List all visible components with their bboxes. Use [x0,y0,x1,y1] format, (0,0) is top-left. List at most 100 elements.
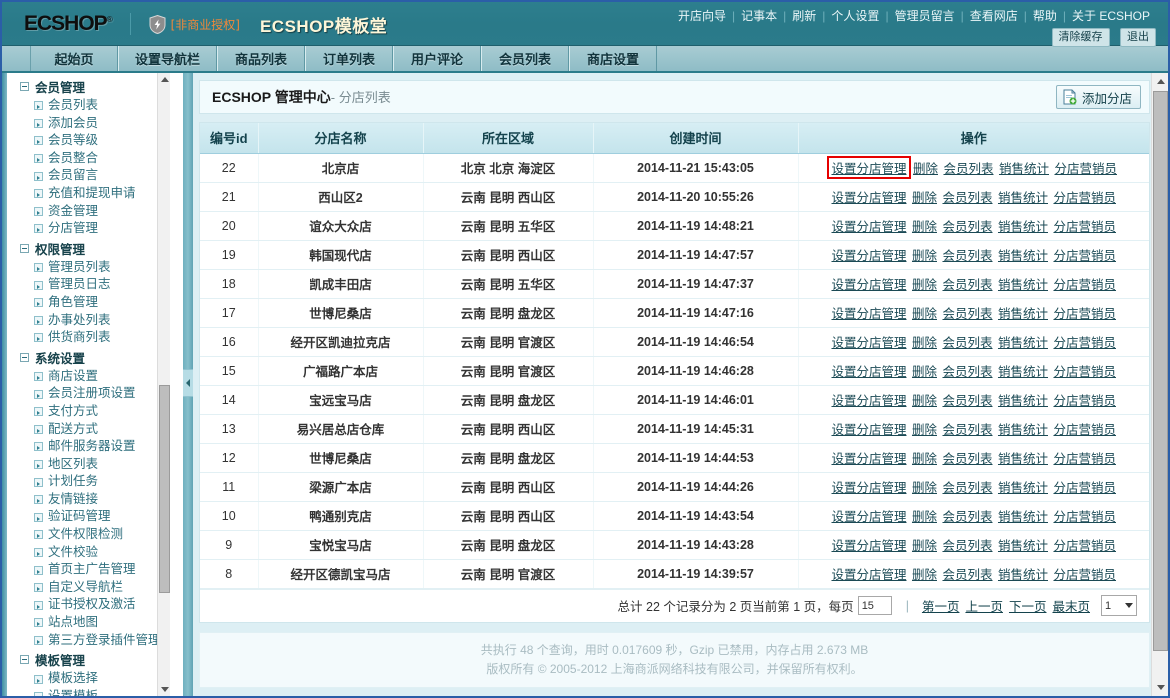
sidebar-item-2-11[interactable]: 首页主广告管理 [8,561,158,579]
op-sales-stats-link[interactable]: 销售统计 [998,481,1048,495]
sidebar-item-0-6[interactable]: 资金管理 [8,203,158,221]
op-member-list-link[interactable]: 会员列表 [942,452,992,466]
op-sales-stats-link[interactable]: 销售统计 [998,423,1048,437]
op-sales-stats-link[interactable]: 销售统计 [998,510,1048,524]
op-branch-salesperson-link[interactable]: 分店营销员 [1053,394,1116,408]
splitter-collapse-handle[interactable] [183,369,193,397]
sidebar-item-2-14[interactable]: 站点地图 [8,614,158,632]
logout-button[interactable]: 退出 [1120,28,1156,47]
op-branch-settings-link[interactable]: 设置分店管理 [831,365,906,379]
op-member-list-link[interactable]: 会员列表 [942,568,992,582]
nav-item-6[interactable]: 帮助 [1027,9,1063,23]
nav-item-1[interactable]: 记事本 [735,9,783,23]
tab-shop-settings[interactable]: 商店设置 [569,46,658,71]
op-delete-link[interactable]: 删除 [912,220,937,234]
op-delete-link[interactable]: 删除 [912,336,937,350]
op-sales-stats-link[interactable]: 销售统计 [999,162,1049,176]
sidebar-group-2[interactable]: 系统设置 [8,347,158,368]
op-member-list-link[interactable]: 会员列表 [942,220,992,234]
op-member-list-link[interactable]: 会员列表 [942,336,992,350]
scroll-thumb[interactable] [1153,91,1168,651]
pagination-next-link[interactable]: 下一页 [1009,596,1047,615]
op-branch-salesperson-link[interactable]: 分店营销员 [1053,365,1116,379]
op-delete-link[interactable]: 删除 [912,394,937,408]
op-sales-stats-link[interactable]: 销售统计 [998,278,1048,292]
op-delete-link[interactable]: 删除 [912,307,937,321]
sidebar-item-0-3[interactable]: 会员整合 [8,150,158,168]
sidebar-item-0-7[interactable]: 分店管理 [8,220,158,238]
sidebar-item-2-13[interactable]: 证书授权及激活 [8,596,158,614]
op-member-list-link[interactable]: 会员列表 [942,191,992,205]
sidebar-item-1-0[interactable]: 管理员列表 [8,259,158,277]
sidebar-item-1-4[interactable]: 供货商列表 [8,329,158,347]
op-member-list-link[interactable]: 会员列表 [942,539,992,553]
sidebar-scroll-thumb[interactable] [159,385,170,593]
scroll-up-icon[interactable] [1152,73,1168,90]
sidebar-item-2-3[interactable]: 配送方式 [8,421,158,439]
op-branch-salesperson-link[interactable]: 分店营销员 [1053,510,1116,524]
nav-item-7[interactable]: 关于 ECSHOP [1066,9,1156,23]
per-page-input[interactable] [857,596,892,615]
op-delete-link[interactable]: 删除 [912,481,937,495]
sidebar-item-2-12[interactable]: 自定义导航栏 [8,579,158,597]
pagination-prev-link[interactable]: 上一页 [965,596,1003,615]
sidebar-item-2-10[interactable]: 文件校验 [8,544,158,562]
op-member-list-link[interactable]: 会员列表 [942,510,992,524]
op-branch-settings-link[interactable]: 设置分店管理 [831,481,906,495]
sidebar-item-0-0[interactable]: 会员列表 [8,97,158,115]
tab-order-list[interactable]: 订单列表 [305,46,394,71]
op-branch-salesperson-link[interactable]: 分店营销员 [1053,249,1116,263]
op-member-list-link[interactable]: 会员列表 [942,365,992,379]
op-sales-stats-link[interactable]: 销售统计 [998,365,1048,379]
sidebar-item-1-3[interactable]: 办事处列表 [8,312,158,330]
sidebar-group-0[interactable]: 会员管理 [8,76,158,97]
op-branch-salesperson-link[interactable]: 分店营销员 [1053,336,1116,350]
op-member-list-link[interactable]: 会员列表 [942,249,992,263]
pagination-first-link[interactable]: 第一页 [922,596,960,615]
nav-item-2[interactable]: 刷新 [786,9,822,23]
collapse-toggle-icon[interactable] [20,82,29,91]
op-member-list-link[interactable]: 会员列表 [942,394,992,408]
op-branch-settings-link[interactable]: 设置分店管理 [831,423,906,437]
sidebar-item-2-4[interactable]: 邮件服务器设置 [8,438,158,456]
op-sales-stats-link[interactable]: 销售统计 [998,307,1048,321]
op-delete-link[interactable]: 删除 [912,452,937,466]
op-branch-salesperson-link[interactable]: 分店营销员 [1053,423,1116,437]
sidebar-item-0-4[interactable]: 会员留言 [8,167,158,185]
op-branch-salesperson-link[interactable]: 分店营销员 [1053,220,1116,234]
nav-item-4[interactable]: 管理员留言 [889,9,961,23]
op-branch-settings-link[interactable]: 设置分店管理 [831,162,906,176]
sidebar-group-3[interactable]: 模板管理 [8,649,158,670]
add-branch-button[interactable]: 添加分店 [1055,85,1141,109]
op-branch-salesperson-link[interactable]: 分店营销员 [1053,481,1116,495]
sidebar-item-3-1[interactable]: 设置模板 [8,688,158,696]
op-delete-link[interactable]: 删除 [913,162,938,176]
tab-start-page[interactable]: 起始页 [30,46,118,71]
op-branch-settings-link[interactable]: 设置分店管理 [831,191,906,205]
collapse-toggle-icon[interactable] [20,655,29,665]
op-branch-settings-link[interactable]: 设置分店管理 [831,452,906,466]
op-delete-link[interactable]: 删除 [912,423,937,437]
op-sales-stats-link[interactable]: 销售统计 [998,220,1048,234]
sidebar-item-1-1[interactable]: 管理员日志 [8,276,158,294]
op-branch-settings-link[interactable]: 设置分店管理 [831,336,906,350]
op-member-list-link[interactable]: 会员列表 [943,162,993,176]
sidebar-item-2-7[interactable]: 友情链接 [8,491,158,509]
clear-cache-button[interactable]: 清除缓存 [1051,28,1110,47]
sidebar-item-2-1[interactable]: 会员注册项设置 [8,385,158,403]
nav-item-5[interactable]: 查看网店 [964,9,1024,23]
sidebar-item-2-8[interactable]: 验证码管理 [8,508,158,526]
scroll-down-icon[interactable] [1152,679,1168,696]
page-scrollbar[interactable] [1151,73,1168,696]
op-branch-settings-link[interactable]: 设置分店管理 [831,307,906,321]
op-sales-stats-link[interactable]: 销售统计 [998,394,1048,408]
nav-item-0[interactable]: 开店向导 [672,9,732,23]
sidebar-item-2-5[interactable]: 地区列表 [8,456,158,474]
op-branch-settings-link[interactable]: 设置分店管理 [831,539,906,553]
op-member-list-link[interactable]: 会员列表 [942,481,992,495]
op-branch-salesperson-link[interactable]: 分店营销员 [1053,278,1116,292]
page-select[interactable]: 1 [1101,595,1137,616]
op-delete-link[interactable]: 删除 [912,568,937,582]
tab-goods-list[interactable]: 商品列表 [217,46,306,71]
op-member-list-link[interactable]: 会员列表 [942,278,992,292]
